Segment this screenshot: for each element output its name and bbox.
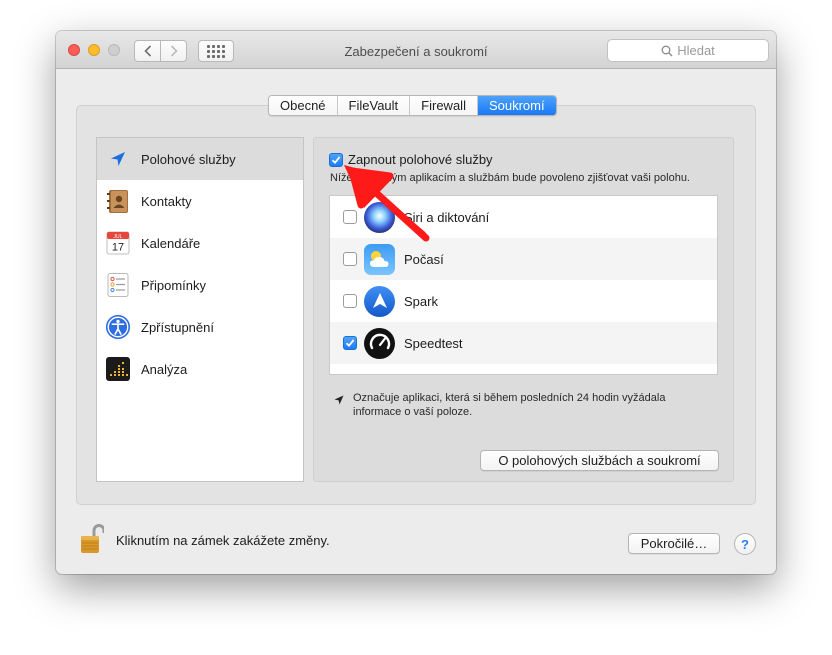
title-bar: Zabezpečení a soukromí Hledat <box>56 31 776 69</box>
advanced-button[interactable]: Pokročilé… <box>628 533 720 554</box>
sidebar-item-label: Kalendáře <box>141 235 201 251</box>
app-list: Siri a diktování Počasí Spark Speedtest <box>329 195 718 375</box>
sidebar-item-analytics[interactable]: Analýza <box>97 348 303 390</box>
tab-firewall[interactable]: Firewall <box>410 96 478 115</box>
app-name: Speedtest <box>404 335 463 351</box>
lock-text: Kliknutím na zámek zakážete změny. <box>116 533 330 548</box>
location-services-panel: Zapnout polohové služby Níže uvedeným ap… <box>313 137 734 482</box>
reminders-icon <box>105 272 131 298</box>
calendar-icon: JUL 17 <box>105 230 131 256</box>
minimize-window-button[interactable] <box>88 44 100 56</box>
siri-icon <box>364 201 395 233</box>
calendar-day: 17 <box>112 242 124 254</box>
forward-button[interactable] <box>160 40 187 62</box>
enable-location-row: Zapnout polohové služby <box>329 152 493 167</box>
grid-icon <box>207 44 225 58</box>
search-field[interactable]: Hledat <box>607 39 769 62</box>
sidebar-item-label: Připomínky <box>141 277 207 293</box>
enable-location-checkbox[interactable] <box>329 152 343 167</box>
about-location-privacy-button[interactable]: O polohových službách a soukromí <box>480 450 719 471</box>
list-item: Spark <box>330 280 717 322</box>
app-checkbox-weather[interactable] <box>343 252 357 266</box>
help-button[interactable]: ? <box>734 533 756 555</box>
sidebar-item-reminders[interactable]: Připomínky <box>97 264 303 306</box>
footnote-text: Označuje aplikaci, která si během posled… <box>353 392 666 418</box>
calendar-month: JUL <box>114 234 123 240</box>
window-title: Zabezpečení a soukromí <box>344 44 488 59</box>
search-icon <box>661 45 673 56</box>
list-item: Siri a diktování <box>330 196 717 238</box>
list-item: Počasí <box>330 238 717 280</box>
sidebar-item-contacts[interactable]: Kontakty <box>97 180 303 222</box>
sidebar-item-label: Analýza <box>141 361 188 377</box>
spark-icon <box>364 285 395 317</box>
search-placeholder: Hledat <box>677 43 715 58</box>
tab-general[interactable]: Obecné <box>269 96 338 115</box>
sidebar-item-calendars[interactable]: JUL 17 Kalendáře <box>97 222 303 264</box>
location-footnote: Označuje aplikaci, která si během posled… <box>334 391 713 419</box>
app-name: Siri a diktování <box>404 209 490 225</box>
tab-bar: Obecné FileVault Firewall Soukromí <box>268 95 557 116</box>
close-window-button[interactable] <box>68 44 80 56</box>
sidebar-item-location-services[interactable]: Polohové služby <box>97 138 303 180</box>
weather-icon <box>364 243 395 275</box>
accessibility-icon <box>105 314 131 340</box>
preferences-window: Zabezpečení a soukromí Hledat Obecné Fil… <box>56 31 776 574</box>
app-checkbox-speedtest[interactable] <box>343 336 357 350</box>
sidebar-item-label: Zpřístupnění <box>141 319 214 335</box>
chevron-right-icon <box>170 45 178 57</box>
contacts-book-icon <box>105 188 131 214</box>
tab-filevault[interactable]: FileVault <box>337 96 411 115</box>
location-arrow-icon <box>105 146 131 172</box>
location-arrow-icon <box>334 395 344 405</box>
sidebar-item-label: Polohové služby <box>141 151 236 167</box>
tab-privacy[interactable]: Soukromí <box>477 96 556 115</box>
lock-area: Kliknutím na zámek zakážete změny. <box>80 523 330 558</box>
unlocked-padlock-icon[interactable] <box>80 523 106 558</box>
chevron-left-icon <box>143 45 151 57</box>
list-item: Speedtest <box>330 322 717 364</box>
back-button[interactable] <box>134 40 161 62</box>
speedtest-icon <box>364 327 395 359</box>
sidebar-item-label: Kontakty <box>141 193 192 209</box>
show-all-button[interactable] <box>198 40 234 62</box>
sidebar-item-accessibility[interactable]: Zpřístupnění <box>97 306 303 348</box>
checkmark-icon <box>345 339 355 348</box>
privacy-sidebar: Polohové služby Kontakty JUL 17 Kalendář… <box>96 137 304 482</box>
analytics-icon <box>105 356 131 382</box>
checkmark-icon <box>331 155 341 164</box>
app-name: Spark <box>404 293 438 309</box>
location-description: Níže uvedeným aplikacím a službám bude p… <box>330 172 690 184</box>
app-checkbox-siri[interactable] <box>343 210 357 224</box>
enable-location-label: Zapnout polohové služby <box>348 152 493 167</box>
app-checkbox-spark[interactable] <box>343 294 357 308</box>
zoom-window-button[interactable] <box>108 44 120 56</box>
app-name: Počasí <box>404 251 444 267</box>
